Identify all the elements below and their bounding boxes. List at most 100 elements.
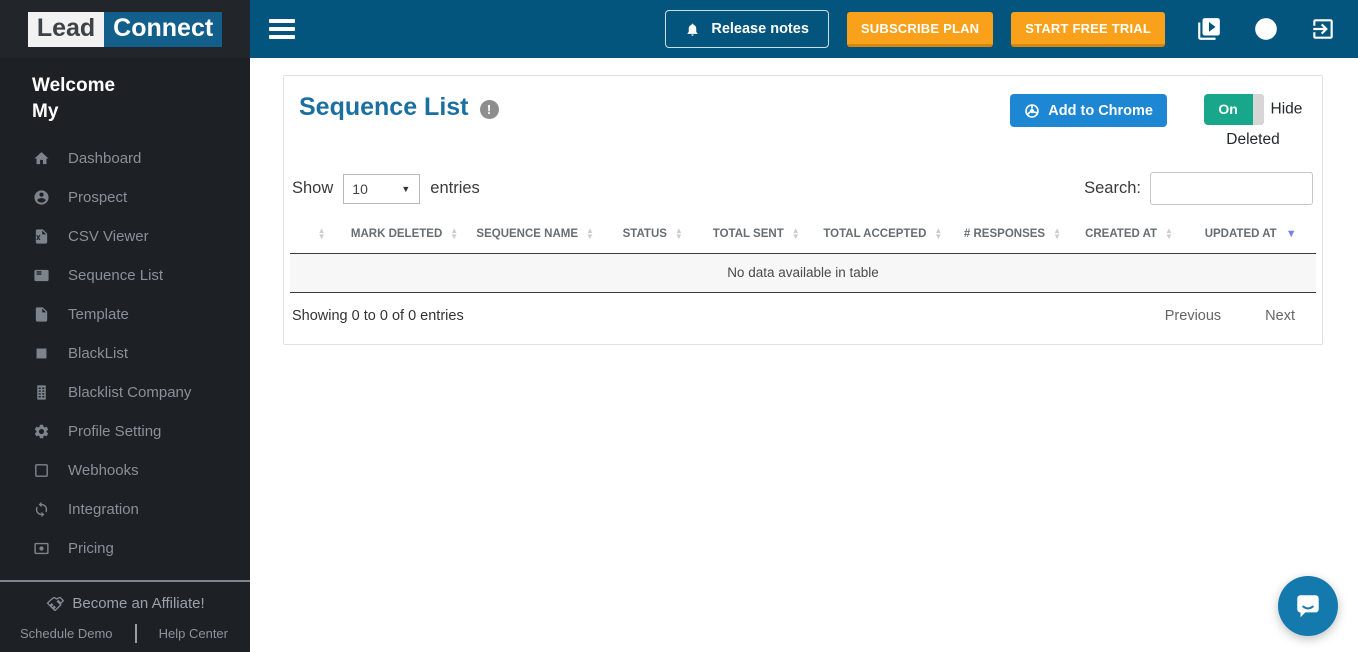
start-free-trial-button[interactable]: START FREE TRIAL <box>1011 11 1165 47</box>
column-header-total-sent[interactable]: TOTAL SENT ▲ ▼ <box>698 218 814 255</box>
sort-both-icon: ▲ ▼ <box>1165 226 1173 241</box>
sort-desc-icon: ▼ <box>1285 228 1297 240</box>
home-icon <box>32 150 50 168</box>
sidebar-item-label: Integration <box>68 501 139 518</box>
sidebar-item-label: Pricing <box>68 540 114 557</box>
column-header-mark-deleted[interactable]: MARK DELETED ▲ ▼ <box>345 218 464 255</box>
search-input[interactable] <box>1150 172 1313 205</box>
square-outline-icon <box>32 462 50 480</box>
app-logo[interactable]: Lead Connect <box>0 0 250 58</box>
file-icon <box>32 306 50 324</box>
money-icon <box>32 540 50 558</box>
main-content: Sequence List ! Add to Chrome On Hide De… <box>250 58 1358 652</box>
sidebar: Lead Connect Welcome My Dashboard Prospec… <box>0 0 250 652</box>
select-dropdown-arrow-icon: ▼ <box>401 183 411 194</box>
help-center-link[interactable]: Help Center <box>159 626 228 641</box>
sidebar-bottom-links: Schedule Demo Help Center <box>0 612 250 643</box>
sidebar-item-integration[interactable]: Integration <box>0 490 250 529</box>
chat-bubble-icon <box>1297 595 1319 618</box>
sort-both-icon: ▲ ▼ <box>674 226 683 241</box>
sidebar-item-label: Template <box>68 306 129 323</box>
sidebar-item-label: Webhooks <box>68 462 139 479</box>
page-title: Sequence List <box>299 93 469 121</box>
column-header-created-at[interactable]: CREATED AT ▲ ▼ <box>1072 218 1186 255</box>
previous-page-button[interactable]: Previous <box>1165 308 1221 324</box>
video-library-icon[interactable] <box>1196 16 1222 42</box>
entries-label: entries <box>430 179 480 197</box>
add-to-chrome-button[interactable]: Add to Chrome <box>1010 94 1167 127</box>
column-label: TOTAL SENT <box>712 228 784 241</box>
sidebar-item-sequence-list[interactable]: Sequence List <box>0 256 250 295</box>
column-label: STATUS <box>622 228 667 241</box>
sidebar-item-profile-setting[interactable]: Profile Setting <box>0 412 250 451</box>
header-icons <box>1196 16 1336 42</box>
sidebar-item-label: BlackList <box>68 345 129 362</box>
sidebar-item-csv-viewer[interactable]: CSV Viewer <box>0 217 250 256</box>
sidebar-item-dashboard[interactable]: Dashboard <box>0 139 250 178</box>
column-header-updated-at[interactable]: UPDATED AT ▼ <box>1185 218 1316 255</box>
filled-square-icon <box>32 345 50 363</box>
sidebar-footer: Become an Affiliate! Schedule Demo Help … <box>0 580 250 652</box>
entries-summary: Showing 0 to 0 of 0 entries <box>292 308 464 325</box>
hamburger-menu-icon[interactable] <box>269 19 295 39</box>
bell-icon <box>687 23 698 36</box>
release-notes-button[interactable]: Release notes <box>665 10 829 48</box>
become-affiliate-link[interactable]: Become an Affiliate! <box>0 595 250 612</box>
schedule-demo-link[interactable]: Schedule Demo <box>20 626 113 641</box>
csv-file-icon <box>32 228 50 246</box>
logo-connect: Connect <box>104 11 223 47</box>
sort-both-icon: ▲ ▼ <box>317 226 326 241</box>
hide-deleted-toggle[interactable]: On <box>1203 94 1264 125</box>
sidebar-nav: Dashboard Prospect CSV Viewer Sequence L… <box>0 139 250 568</box>
sort-both-icon: ▲ ▼ <box>1053 226 1061 241</box>
pagination: Previous Next <box>1165 308 1313 324</box>
sort-both-icon: ▲ ▼ <box>934 226 943 241</box>
column-header-total-accepted[interactable]: TOTAL ACCEPTED ▲ ▼ <box>813 218 953 255</box>
next-page-button[interactable]: Next <box>1265 308 1295 324</box>
column-header-sequence-name[interactable]: SEQUENCE NAME ▲ ▼ <box>463 218 607 255</box>
show-label: Show <box>292 179 334 197</box>
search-label: Search: <box>1084 179 1141 197</box>
column-label: UPDATED AT <box>1204 228 1277 241</box>
logout-icon[interactable] <box>1310 16 1336 42</box>
column-label: MARK DELETED <box>350 228 443 241</box>
release-notes-label: Release notes <box>711 21 809 37</box>
column-header-responses[interactable]: # RESPONSES ▲ ▼ <box>952 218 1073 255</box>
table-header-row: ▲ ▼ MARK DELETED ▲ ▼ SEQUENCE NAME ▲ ▼ STATUS… <box>290 218 1316 255</box>
sequence-table: ▲ ▼ MARK DELETED ▲ ▼ SEQUENCE NAME ▲ ▼ STATUS… <box>290 218 1316 294</box>
card-header: Sequence List ! Add to Chrome On Hide De… <box>290 76 1316 162</box>
sidebar-item-label: Sequence List <box>68 267 164 284</box>
sort-both-icon: ▲ ▼ <box>450 226 459 241</box>
sidebar-item-blacklist-company[interactable]: Blacklist Company <box>0 373 250 412</box>
column-label: CREATED AT <box>1085 228 1158 241</box>
sidebar-item-label: Profile Setting <box>68 423 162 440</box>
column-label: SEQUENCE NAME <box>476 228 579 241</box>
chrome-icon[interactable] <box>1253 16 1279 42</box>
chat-widget-button[interactable] <box>1278 576 1338 636</box>
sort-both-icon: ▲ ▼ <box>586 226 594 241</box>
column-header-blank[interactable]: ▲ ▼ <box>290 218 346 255</box>
column-label: TOTAL ACCEPTED <box>823 228 927 241</box>
column-label: # RESPONSES <box>963 228 1046 241</box>
sidebar-item-pricing[interactable]: Pricing <box>0 529 250 568</box>
page-length-select[interactable]: 10 ▼ <box>343 173 421 204</box>
become-affiliate-label: Become an Affiliate! <box>72 595 205 612</box>
person-icon <box>32 189 50 207</box>
top-header: Release notes SUBSCRIBE PLAN START FREE … <box>250 0 1358 58</box>
table-controls: Show 10 ▼ entries Search: <box>290 162 1316 218</box>
subscribe-plan-button[interactable]: SUBSCRIBE PLAN <box>846 11 994 47</box>
vertical-divider <box>134 624 137 643</box>
page-length-value: 10 <box>352 180 368 197</box>
info-icon[interactable]: ! <box>479 100 499 119</box>
sidebar-item-blacklist[interactable]: BlackList <box>0 334 250 373</box>
sidebar-item-label: Blacklist Company <box>68 384 192 401</box>
building-icon <box>32 384 50 402</box>
sidebar-item-webhooks[interactable]: Webhooks <box>0 451 250 490</box>
sequence-list-card: Sequence List ! Add to Chrome On Hide De… <box>283 75 1323 346</box>
logo-lead: Lead <box>27 11 105 47</box>
sidebar-item-prospect[interactable]: Prospect <box>0 178 250 217</box>
column-header-status[interactable]: STATUS ▲ ▼ <box>606 218 699 255</box>
sidebar-item-template[interactable]: Template <box>0 295 250 334</box>
hide-deleted-toggle-group: On Hide Deleted <box>1198 94 1308 154</box>
gear-icon <box>32 423 50 441</box>
